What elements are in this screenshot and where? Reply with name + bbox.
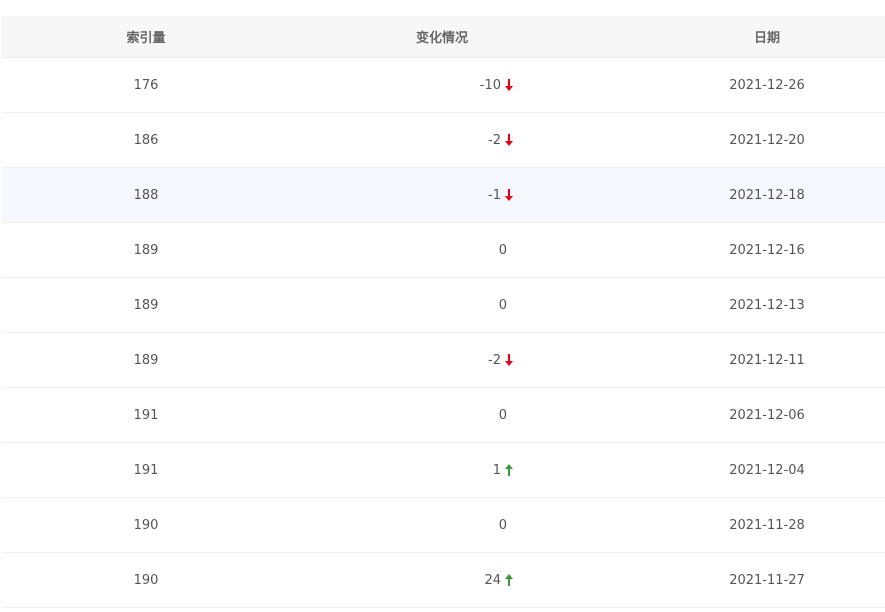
change-cell: 24 (402, 553, 514, 607)
change-wrap: -1 (402, 188, 514, 203)
arrow-up-icon (504, 574, 514, 586)
change-value: -2 (488, 352, 501, 368)
date-value: 2021-12-20 (729, 132, 805, 148)
date-value: 2021-11-28 (729, 517, 805, 533)
arrow-up-icon (504, 464, 514, 476)
change-wrap: 0 (402, 408, 514, 423)
change-cell: -10 (402, 58, 514, 112)
change-value: 24 (484, 572, 501, 588)
date-value: 2021-12-06 (729, 407, 805, 423)
change-wrap: -2 (402, 133, 514, 148)
header-change[interactable]: 变化情况 (362, 16, 522, 57)
index-value: 189 (133, 242, 159, 258)
change-cell: 0 (402, 498, 514, 552)
change-wrap: 24 (402, 573, 514, 588)
table-row[interactable]: 186 -2 2021-12-20 (2, 113, 885, 168)
table-row[interactable]: 189 0 2021-12-16 (2, 223, 885, 278)
table-row[interactable]: 189 0 2021-12-13 (2, 278, 885, 333)
header-index[interactable]: 索引量 (2, 16, 290, 57)
index-value: 191 (133, 407, 159, 423)
table-row[interactable]: 176 -10 2021-12-26 (2, 58, 885, 113)
change-value: 0 (498, 297, 507, 313)
change-value: 0 (498, 242, 507, 258)
index-value: 191 (133, 462, 159, 478)
index-value: 189 (133, 297, 159, 313)
change-cell: -2 (402, 333, 514, 387)
date-value: 2021-11-27 (729, 572, 805, 588)
date-value: 2021-12-18 (729, 187, 805, 203)
change-cell: -2 (402, 113, 514, 167)
table-header-row: 索引量 变化情况 日期 (2, 16, 885, 58)
table-row[interactable]: 190 24 2021-11-27 (2, 553, 885, 608)
table-row[interactable]: 191 1 2021-12-04 (2, 443, 885, 498)
arrow-down-icon (504, 189, 514, 201)
change-value: -2 (488, 132, 501, 148)
change-value: -1 (488, 187, 501, 203)
change-value: 0 (498, 407, 507, 423)
index-value: 190 (133, 517, 159, 533)
table-row[interactable]: 190 0 2021-11-28 (2, 498, 885, 553)
index-value: 190 (133, 572, 159, 588)
date-value: 2021-12-16 (729, 242, 805, 258)
index-change-table: 索引量 变化情况 日期 176 -10 2021-12-26 186 -2 2021-12… (2, 16, 885, 608)
table-body: 176 -10 2021-12-26 186 -2 2021-12-20 188 -1 2021… (2, 58, 885, 608)
change-cell: 1 (402, 443, 514, 497)
change-wrap: -2 (402, 353, 514, 368)
date-value: 2021-12-11 (729, 352, 805, 368)
index-value: 189 (133, 352, 159, 368)
change-value: -10 (479, 77, 501, 93)
change-wrap: 0 (402, 298, 514, 313)
index-value: 188 (133, 187, 159, 203)
table-row[interactable]: 191 0 2021-12-06 (2, 388, 885, 443)
change-cell: 0 (402, 388, 514, 442)
header-date[interactable]: 日期 (692, 16, 842, 57)
date-value: 2021-12-26 (729, 77, 805, 93)
index-value: 176 (133, 77, 159, 93)
arrow-down-icon (504, 354, 514, 366)
table-row[interactable]: 189 -2 2021-12-11 (2, 333, 885, 388)
table-row[interactable]: 188 -1 2021-12-18 (2, 168, 885, 223)
date-value: 2021-12-04 (729, 462, 805, 478)
change-wrap: 0 (402, 518, 514, 533)
change-cell: 0 (402, 223, 514, 277)
arrow-down-icon (504, 134, 514, 146)
change-wrap: 1 (402, 463, 514, 478)
change-cell: 0 (402, 278, 514, 332)
change-wrap: -10 (402, 78, 514, 93)
change-value: 1 (492, 462, 501, 478)
change-wrap: 0 (402, 243, 514, 258)
change-value: 0 (498, 517, 507, 533)
arrow-down-icon (504, 79, 514, 91)
change-cell: -1 (402, 168, 514, 222)
date-value: 2021-12-13 (729, 297, 805, 313)
index-value: 186 (133, 132, 159, 148)
